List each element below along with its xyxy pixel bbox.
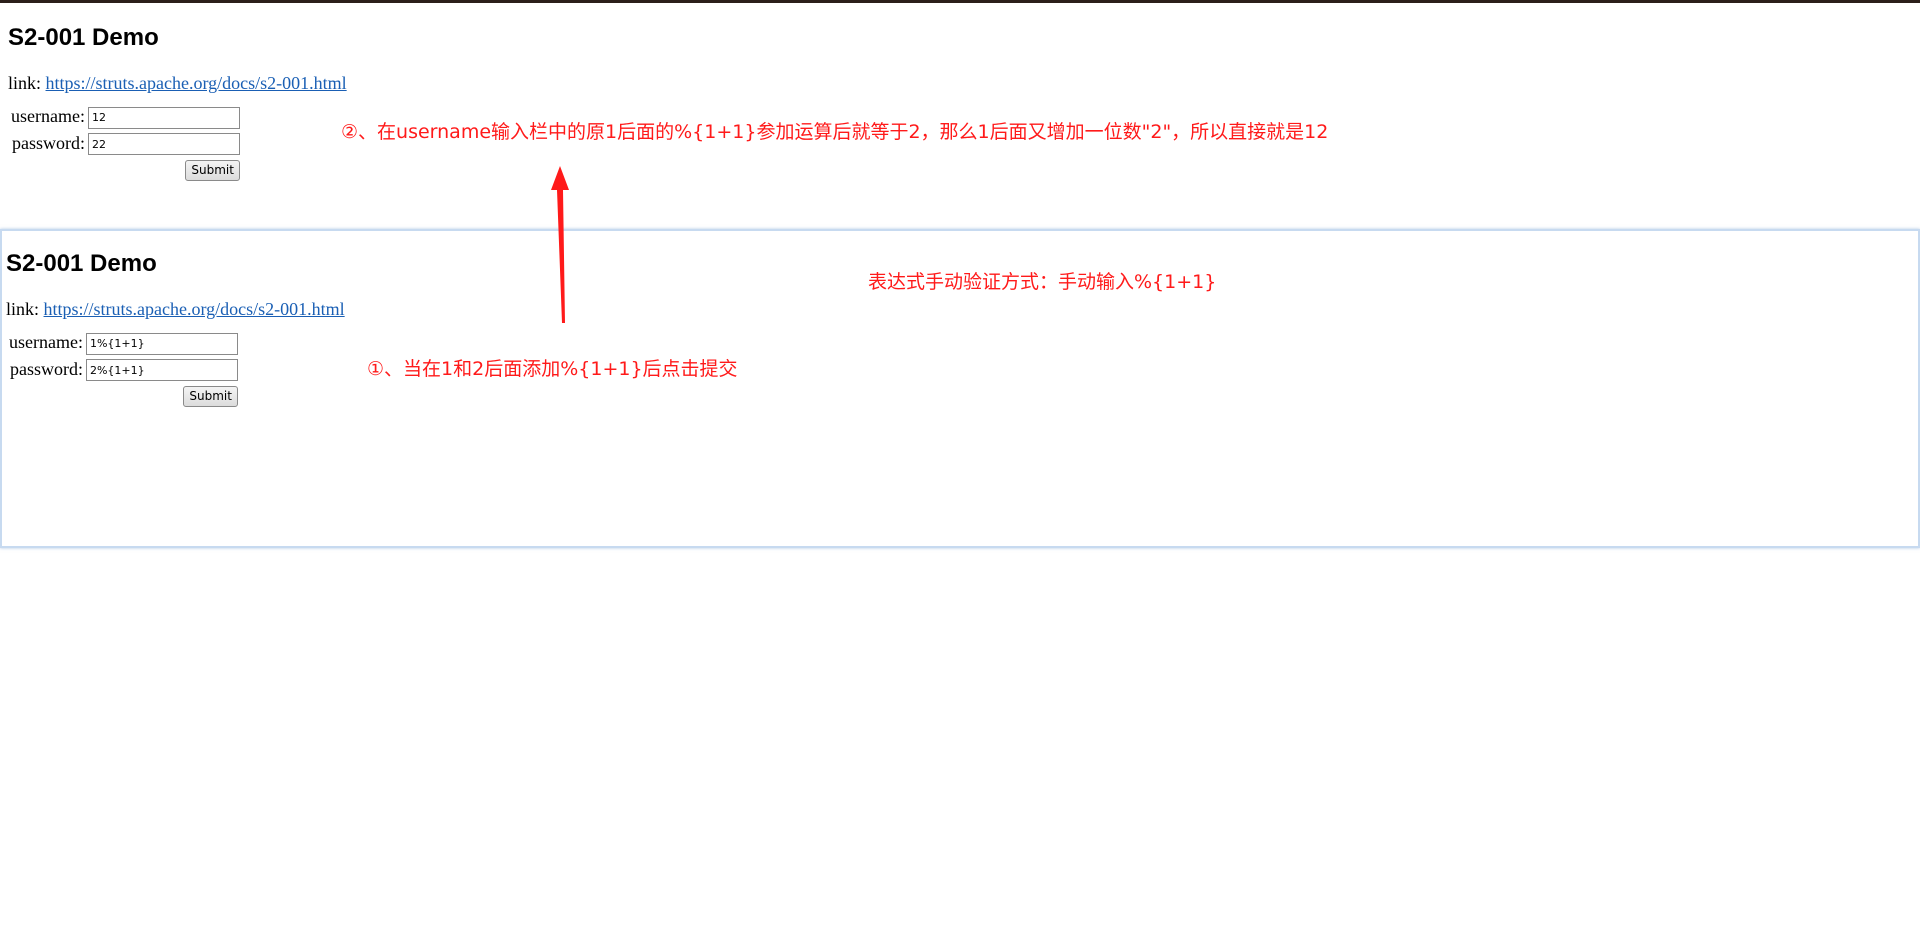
submit-button[interactable]: Submit (183, 385, 238, 407)
submit-row: Submit (9, 384, 238, 407)
link-line: link: https://struts.apache.org/docs/s2-… (6, 298, 345, 320)
password-label: password: (11, 132, 85, 153)
password-label: password: (9, 358, 83, 379)
link-label: link: (8, 73, 46, 93)
login-form: username: password: Submit (8, 102, 243, 184)
password-input[interactable] (87, 133, 240, 155)
docs-link[interactable]: https://struts.apache.org/docs/s2-001.ht… (46, 73, 347, 93)
username-row: username: (11, 105, 240, 129)
link-label: link: (6, 299, 44, 319)
username-label: username: (11, 106, 85, 127)
username-row: username: (9, 331, 238, 355)
username-input[interactable] (87, 106, 240, 129)
login-form: username: password: Submit (6, 328, 241, 410)
result-demo-page: S2-001 Demo link: https://struts.apache.… (8, 18, 347, 184)
link-line: link: https://struts.apache.org/docs/s2-… (8, 72, 347, 94)
password-row: password: (11, 132, 240, 155)
submit-button[interactable]: Submit (185, 159, 240, 181)
password-row: password: (9, 358, 238, 381)
page-title: S2-001 Demo (6, 250, 157, 277)
password-input[interactable] (85, 359, 238, 381)
docs-link[interactable]: https://struts.apache.org/docs/s2-001.ht… (44, 299, 345, 319)
username-input[interactable] (85, 332, 238, 355)
annotation-step-1: ①、当在1和2后面添加%{1+1}后点击提交 (367, 358, 738, 380)
input-demo-page: S2-001 Demo link: https://struts.apache.… (6, 244, 345, 410)
annotation-step-2: ②、在username输入栏中的原1后面的%{1+1}参加运算后就等于2，那么1… (341, 121, 1329, 143)
page-title: S2-001 Demo (8, 24, 159, 51)
annotation-arrow-icon (551, 166, 569, 323)
annotation-method: 表达式手动验证方式：手动输入%{1+1} (868, 271, 1217, 293)
submit-row: Submit (11, 158, 240, 181)
username-label: username: (9, 332, 83, 353)
window-top-border (0, 0, 1920, 3)
